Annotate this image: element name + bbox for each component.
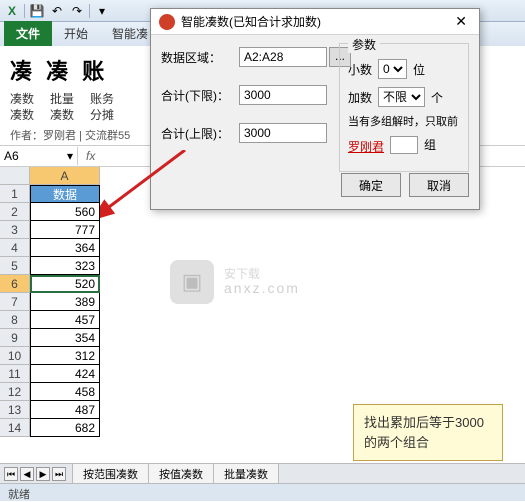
data-cell[interactable]: 364: [30, 239, 100, 257]
dialog-titlebar[interactable]: 智能凑数(已知合计求加数) ✕: [151, 9, 479, 35]
range-label: 数据区域：: [161, 49, 239, 66]
cancel-button[interactable]: 取消: [409, 173, 469, 197]
row-header[interactable]: 9: [0, 329, 30, 347]
col-header-A[interactable]: A: [30, 167, 100, 185]
addend-unit: 个: [431, 89, 443, 106]
save-icon[interactable]: 💾: [29, 3, 45, 19]
ribbon-btn-2[interactable]: 批量凑数: [50, 92, 74, 123]
ribbon-btn-3[interactable]: 账务分摊: [90, 92, 114, 123]
groups-unit: 组: [424, 136, 436, 153]
data-cell[interactable]: 457: [30, 311, 100, 329]
close-icon[interactable]: ✕: [451, 13, 471, 30]
data-cell[interactable]: 458: [30, 383, 100, 401]
params-note: 当有多组解时，只取前: [348, 115, 460, 130]
row-header[interactable]: 5: [0, 257, 30, 275]
sheet-nav-last-icon[interactable]: ⏭: [52, 467, 66, 481]
dialog-title: 智能凑数(已知合计求加数): [181, 13, 321, 30]
data-cell[interactable]: 560: [30, 203, 100, 221]
name-box-dropdown-icon[interactable]: ▾: [67, 149, 73, 163]
status-bar: 就绪: [0, 483, 525, 501]
tab-home[interactable]: 开始: [52, 21, 100, 46]
data-cell[interactable]: 520: [30, 275, 100, 293]
row-header[interactable]: 12: [0, 383, 30, 401]
data-cell[interactable]: 312: [30, 347, 100, 365]
upper-input[interactable]: [239, 123, 327, 143]
sheet-nav: ⏮ ◀ ▶ ⏭: [4, 467, 66, 481]
ok-button[interactable]: 确定: [341, 173, 401, 197]
data-cell[interactable]: 323: [30, 257, 100, 275]
tab-file[interactable]: 文件: [4, 21, 52, 46]
row-header[interactable]: 7: [0, 293, 30, 311]
sheet-tab-bar: ⏮ ◀ ▶ ⏭ 按范围凑数 按值凑数 批量凑数: [0, 463, 525, 483]
row-header[interactable]: 14: [0, 419, 30, 437]
params-group: 参数 小数 0 位 加数 不限 个 当有多组解时，只取前 罗刚君 组: [339, 43, 469, 172]
row-header[interactable]: 4: [0, 239, 30, 257]
data-cell[interactable]: 424: [30, 365, 100, 383]
sheet-nav-first-icon[interactable]: ⏮: [4, 467, 18, 481]
row-header[interactable]: 11: [0, 365, 30, 383]
upper-label: 合计(上限)：: [161, 125, 239, 142]
qat-more-icon[interactable]: ▾: [94, 3, 110, 19]
groups-input[interactable]: [390, 136, 418, 154]
qat-sep: [89, 4, 90, 18]
params-title: 参数: [348, 36, 380, 53]
data-cell[interactable]: 682: [30, 419, 100, 437]
addend-label: 加数: [348, 89, 372, 106]
sheet-tab[interactable]: 按值凑数: [148, 463, 214, 484]
range-input[interactable]: [239, 47, 327, 67]
data-cell[interactable]: 487: [30, 401, 100, 419]
header-cell[interactable]: 数据: [30, 185, 100, 203]
row-headers: 1234567891011121314: [0, 185, 30, 437]
undo-icon[interactable]: ↶: [49, 3, 65, 19]
smart-sum-dialog: 智能凑数(已知合计求加数) ✕ 数据区域： ... 合计(下限)： 合计(上限)…: [150, 8, 480, 210]
sheet-nav-prev-icon[interactable]: ◀: [20, 467, 34, 481]
name-box[interactable]: ▾: [0, 147, 78, 165]
decimals-select[interactable]: 0: [378, 59, 407, 79]
addend-select[interactable]: 不限: [378, 87, 425, 107]
lower-label: 合计(下限)：: [161, 87, 239, 104]
row-header[interactable]: 13: [0, 401, 30, 419]
lower-input[interactable]: [239, 85, 327, 105]
name-box-input[interactable]: [4, 149, 54, 163]
data-cell[interactable]: 777: [30, 221, 100, 239]
row-header[interactable]: 6: [0, 275, 30, 293]
sheet-tab[interactable]: 按范围凑数: [72, 463, 149, 484]
row-header[interactable]: 2: [0, 203, 30, 221]
qat-sep: [24, 4, 25, 18]
ribbon-btn-1[interactable]: 凑数凑数: [10, 92, 34, 123]
row-header[interactable]: 10: [0, 347, 30, 365]
row-header[interactable]: 1: [0, 185, 30, 203]
annotation-callout: 找出累加后等于3000的两个组合: [353, 404, 503, 461]
dialog-icon: [159, 14, 175, 30]
row-header[interactable]: 8: [0, 311, 30, 329]
data-cell[interactable]: 389: [30, 293, 100, 311]
cells: 数据56077736432352038945735431242445848768…: [30, 185, 100, 437]
fx-label[interactable]: fx: [78, 149, 103, 163]
excel-icon: X: [4, 3, 20, 19]
sheet-nav-next-icon[interactable]: ▶: [36, 467, 50, 481]
select-all-corner[interactable]: [0, 167, 30, 185]
data-cell[interactable]: 354: [30, 329, 100, 347]
decimals-unit: 位: [413, 61, 425, 78]
author-link[interactable]: 罗刚君: [348, 138, 384, 155]
decimals-label: 小数: [348, 61, 372, 78]
column-headers: A: [30, 167, 100, 185]
row-header[interactable]: 3: [0, 221, 30, 239]
redo-icon[interactable]: ↷: [69, 3, 85, 19]
sheet-tab[interactable]: 批量凑数: [213, 463, 279, 484]
